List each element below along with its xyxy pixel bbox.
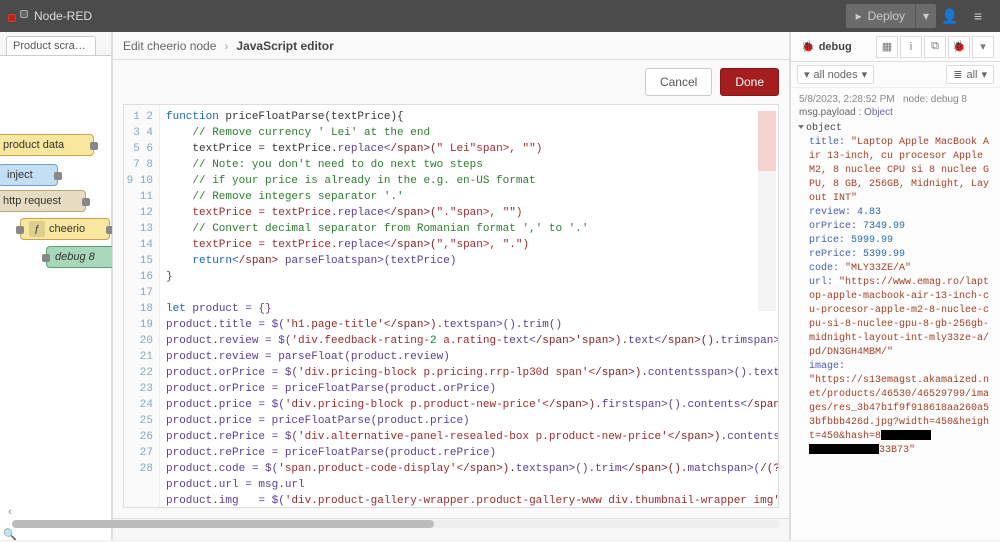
flow-node-http-request[interactable]: http request — [0, 190, 86, 212]
deploy-menu-caret[interactable]: ▾ — [916, 9, 936, 23]
filter-all-label: all — [966, 69, 977, 81]
deploy-icon: ▸ — [856, 9, 862, 23]
val-reprice: 5399.99 — [863, 249, 905, 260]
deploy-label: Deploy — [868, 9, 905, 23]
nodered-logo-icon — [8, 10, 28, 22]
breadcrumb-sep-icon: › — [224, 39, 228, 53]
redacted-box — [809, 444, 879, 454]
done-button[interactable]: Done — [720, 68, 779, 96]
deploy-button[interactable]: ▸ Deploy — [846, 4, 916, 28]
debug-filters: ▾ all nodes ▾ ≣ all ▾ — [791, 62, 1000, 88]
tree-root: object — [806, 123, 842, 134]
workspace-left: Product scraper: s product data inject h… — [0, 32, 112, 540]
flow-node-label: product data — [3, 139, 64, 151]
menu-icon[interactable]: ≡ — [964, 8, 992, 24]
collapse-icon[interactable]: ‹ — [3, 506, 17, 520]
app-title: Node-RED — [34, 9, 92, 23]
breadcrumb-current: JavaScript editor — [236, 39, 333, 53]
h-scrollbar-thumb[interactable] — [12, 520, 434, 528]
line-gutter: 1 2 3 4 5 6 7 8 9 10 11 12 13 14 15 16 1… — [124, 105, 160, 507]
val-url: "https://www.emag.ro/laptop-apple-macboo… — [809, 277, 989, 358]
cancel-button[interactable]: Cancel — [645, 68, 712, 96]
filter-icon: ▾ — [804, 68, 810, 81]
flow-node-debug-8[interactable]: debug 8 — [46, 246, 120, 268]
code-editor[interactable]: 1 2 3 4 5 6 7 8 9 10 11 12 13 14 15 16 1… — [123, 104, 779, 508]
h-scrollbar[interactable] — [12, 520, 780, 528]
code-content[interactable]: function priceFloatParse(textPrice){ // … — [160, 105, 778, 507]
msg-type: Object — [864, 107, 893, 118]
val-image-2: 33B73" — [879, 445, 915, 456]
bug-icon: 🐞 — [801, 40, 815, 53]
minimap[interactable] — [758, 111, 776, 311]
filter-all[interactable]: ≣ all ▾ — [946, 65, 994, 84]
tab-debug[interactable]: 🐞 debug — [797, 40, 874, 53]
val-orprice: 7349.99 — [863, 221, 905, 232]
debug-output[interactable]: 5/8/2023, 2:28:52 PM node: debug 8 msg.p… — [791, 88, 1000, 540]
sidebar-caret-icon[interactable]: ▾ — [972, 36, 994, 58]
flow-node-label: inject — [7, 169, 33, 181]
disclosure-icon[interactable] — [798, 125, 804, 129]
flow-node-label: cheerio — [49, 223, 85, 235]
editor-tray: Edit cheerio node › JavaScript editor Ca… — [112, 32, 790, 540]
chevron-down-icon: ▾ — [862, 68, 868, 81]
sidebar-info-icon[interactable]: i — [900, 36, 922, 58]
editor-actions: Cancel Done — [645, 68, 779, 96]
flow-node-product-data[interactable]: product data — [0, 134, 94, 156]
app-logo: Node-RED — [8, 9, 92, 23]
chevron-down-icon: ▾ — [981, 68, 987, 81]
val-review: 4.83 — [857, 207, 881, 218]
sidebar-grid-icon[interactable]: ▦ — [876, 36, 898, 58]
debug-tree[interactable]: object title: "Laptop Apple MacBook Air … — [799, 122, 992, 458]
flow-canvas[interactable]: product data inject http request ƒ cheer… — [0, 56, 111, 540]
topbar: Node-RED ▸ Deploy ▾ 👤 ≡ — [0, 0, 1000, 32]
debug-time: 5/8/2023, 2:28:52 PM — [799, 94, 895, 105]
deploy-group: ▸ Deploy ▾ — [846, 4, 936, 28]
debug-path: msg.payload : Object — [799, 107, 992, 118]
flow-node-label: debug 8 — [55, 251, 95, 263]
msg-path: msg.payload — [799, 107, 856, 118]
sidebar-bug-icon[interactable]: 🐞 — [948, 36, 970, 58]
function-icon: ƒ — [29, 221, 45, 237]
flow-node-inject[interactable]: inject — [0, 164, 58, 186]
breadcrumb-parent[interactable]: Edit cheerio node — [123, 39, 216, 53]
workspace-tab[interactable]: Product scraper: s — [6, 36, 96, 55]
editor-breadcrumb: Edit cheerio node › JavaScript editor — [113, 32, 789, 60]
sidebar: 🐞 debug ▦ i ⧉ 🐞 ▾ ▾ all nodes ▾ ≣ all ▾ … — [790, 32, 1000, 540]
flow-node-cheerio[interactable]: ƒ cheerio — [20, 218, 110, 240]
tab-debug-label: debug — [819, 41, 852, 53]
val-code: "MLY33ZE/A" — [845, 263, 911, 274]
debug-node[interactable]: node: debug 8 — [903, 94, 967, 105]
filter-nodes-label: all nodes — [814, 69, 858, 81]
list-icon: ≣ — [953, 68, 962, 81]
val-price: 5999.99 — [851, 235, 893, 246]
filter-nodes[interactable]: ▾ all nodes ▾ — [797, 65, 874, 84]
flow-node-label: http request — [3, 195, 61, 207]
sidebar-tabs: 🐞 debug ▦ i ⧉ 🐞 ▾ — [791, 32, 1000, 62]
workspace-tabs: Product scraper: s — [0, 32, 111, 56]
redacted-box — [881, 430, 931, 440]
user-icon[interactable]: 👤 — [936, 8, 964, 25]
debug-meta: 5/8/2023, 2:28:52 PM node: debug 8 — [799, 94, 992, 105]
sidebar-chart-icon[interactable]: ⧉ — [924, 36, 946, 58]
